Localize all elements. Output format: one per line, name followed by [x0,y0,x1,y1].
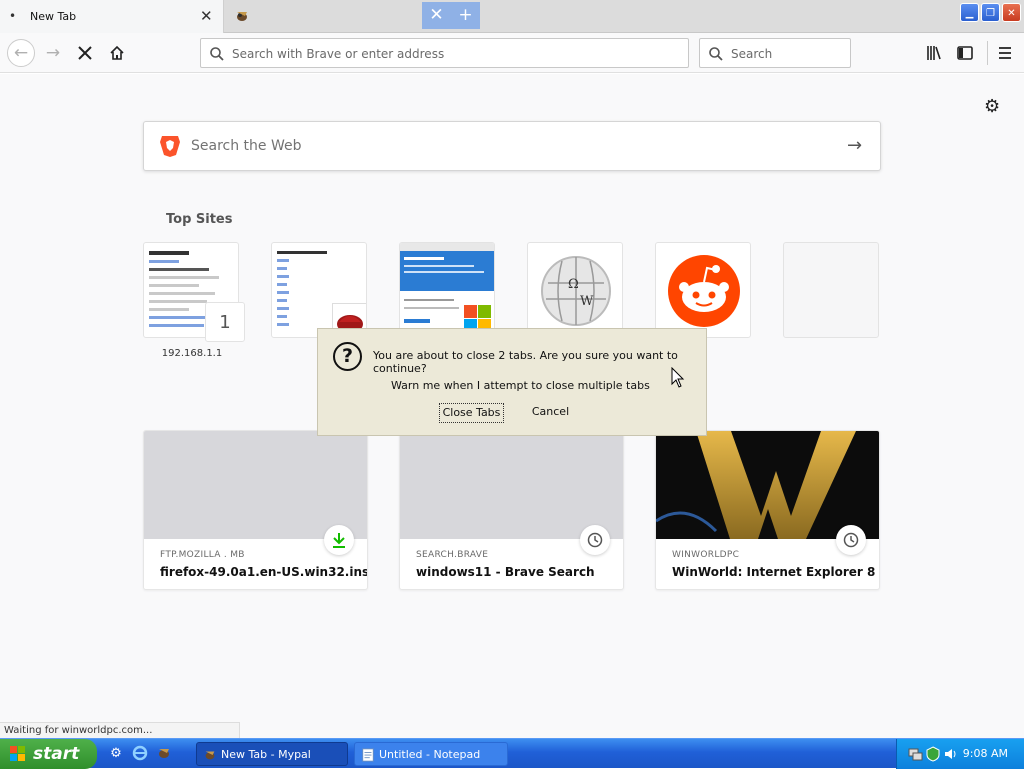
web-search-placeholder: Search the Web [191,138,302,154]
top-site-tile-2[interactable] [271,242,367,338]
reddit-icon [668,255,740,327]
quicklaunch-mypal-icon[interactable] [155,745,173,763]
forward-button[interactable]: → [41,41,65,65]
mouse-cursor-icon [671,367,685,388]
window-close-button[interactable]: ✕ [1002,3,1021,22]
tab-favicon-icon[interactable] [234,8,250,28]
taskbar-item-mypal[interactable]: New Tab - Mypal [196,742,348,766]
hamburger-menu-icon [999,47,1011,59]
tray-shield-icon[interactable] [925,746,941,762]
tab-close-button[interactable]: ✕ [200,7,213,25]
minimize-button[interactable]: ▁ [960,3,979,22]
loading-dot-icon: • [9,9,17,23]
clock-icon [836,525,866,555]
navigation-toolbar: ← → Search with Brave or enter address S… [0,33,1024,73]
notepad-icon [362,748,374,762]
cancel-button[interactable]: Cancel [523,403,578,423]
top-site-tile-4[interactable]: Ω W [527,242,623,338]
search-bar[interactable]: Search [699,38,851,68]
tab-title: New Tab [30,10,77,23]
card-source: SEARCH.BRAVE [416,550,489,560]
settings-gear-icon[interactable]: ⚙ [984,96,1000,117]
library-button[interactable] [924,41,948,65]
clock-icon [580,525,610,555]
clock: 9:08 AM [962,747,1008,760]
brave-lion-icon [160,136,180,157]
address-bar[interactable]: Search with Brave or enter address [200,38,689,68]
quicklaunch-settings-icon[interactable]: ⚙ [107,745,125,763]
tile-badge: 1 [205,302,245,342]
stop-button[interactable] [73,41,97,65]
card-thumbnail [144,431,367,539]
status-bar: Waiting for winworldpc.com... [0,722,240,738]
search-icon [709,47,723,61]
top-site-label: 192.168.1.1 [161,348,223,359]
card-source: FTP.MOZILLA . MB [160,550,245,560]
window-controls: ▁ ❐ ✕ [960,3,1021,22]
taskbar-item-notepad[interactable]: Untitled - Notepad [354,742,508,766]
web-search-box[interactable]: Search the Web → [143,121,881,171]
close-tabs-dialog: ? You are about to close 2 tabs. Are you… [317,328,707,436]
search-submit-arrow-icon[interactable]: → [847,135,862,156]
home-button[interactable] [105,41,129,65]
tab-new-tab[interactable]: • New Tab ✕ [0,0,224,33]
maximize-button[interactable]: ❐ [981,3,1000,22]
card-title: firefox-49.0a1.en-US.win32.inst... [160,565,368,579]
menu-button[interactable] [995,41,1019,65]
download-icon [324,525,354,555]
search-icon [210,47,224,61]
highlight-card-2[interactable]: SEARCH.BRAVE windows11 - Brave Search [399,430,624,590]
ghost-new-tab-icon: + [458,5,473,25]
svg-text:Ω: Ω [568,277,579,292]
ghost-close-icon: ✕ [429,5,444,25]
home-icon [110,45,124,60]
highlight-card-1[interactable]: FTP.MOZILLA . MB firefox-49.0a1.en-US.wi… [143,430,368,590]
quicklaunch-ie-icon[interactable] [131,745,149,763]
address-placeholder: Search with Brave or enter address [232,47,445,61]
card-thumbnail [656,431,879,539]
top-site-tile-3[interactable] [399,242,495,338]
system-tray: 9:08 AM [896,739,1024,769]
task-label: Untitled - Notepad [379,748,481,761]
wikipedia-globe-icon: Ω W [541,256,611,326]
sidebar-button[interactable] [955,41,979,65]
highlight-card-3[interactable]: WINWORLDPC WinWorld: Internet Explorer 8 [655,430,880,590]
ghost-tab-buttons: ✕ + [422,2,480,29]
taskbar: start ⚙ New Tab - Mypal Untitled - Notep… [0,738,1024,769]
library-icon [927,46,941,60]
task-label: New Tab - Mypal [221,748,311,761]
toolbar-divider [987,41,988,65]
top-site-tile-empty[interactable] [783,242,879,338]
start-label: start [33,744,80,764]
tray-volume-icon[interactable] [943,746,959,762]
stop-icon [78,46,92,60]
warn-checkbox-label[interactable]: Warn me when I attempt to close multiple… [391,379,650,392]
search-placeholder: Search [731,47,773,61]
card-source: WINWORLDPC [672,550,740,560]
top-site-tile-5[interactable] [655,242,751,338]
close-tabs-button[interactable]: Close Tabs [439,403,504,423]
card-thumbnail [400,431,623,539]
dialog-message: You are about to close 2 tabs. Are you s… [373,349,678,375]
tab-bar: • New Tab ✕ ✕ + ▁ ❐ ✕ [0,0,1024,33]
top-sites-heading: Top Sites [166,212,233,227]
start-button[interactable]: start [0,739,97,769]
question-icon: ? [333,342,362,371]
card-title: windows11 - Brave Search [416,565,595,579]
tray-network-icon[interactable] [907,746,923,762]
svg-text:W: W [580,294,594,309]
windows-flag-icon [10,746,25,761]
back-button[interactable]: ← [7,39,35,67]
card-title: WinWorld: Internet Explorer 8 [672,565,876,579]
mypal-icon [205,751,215,760]
sidebar-icon [957,46,973,60]
